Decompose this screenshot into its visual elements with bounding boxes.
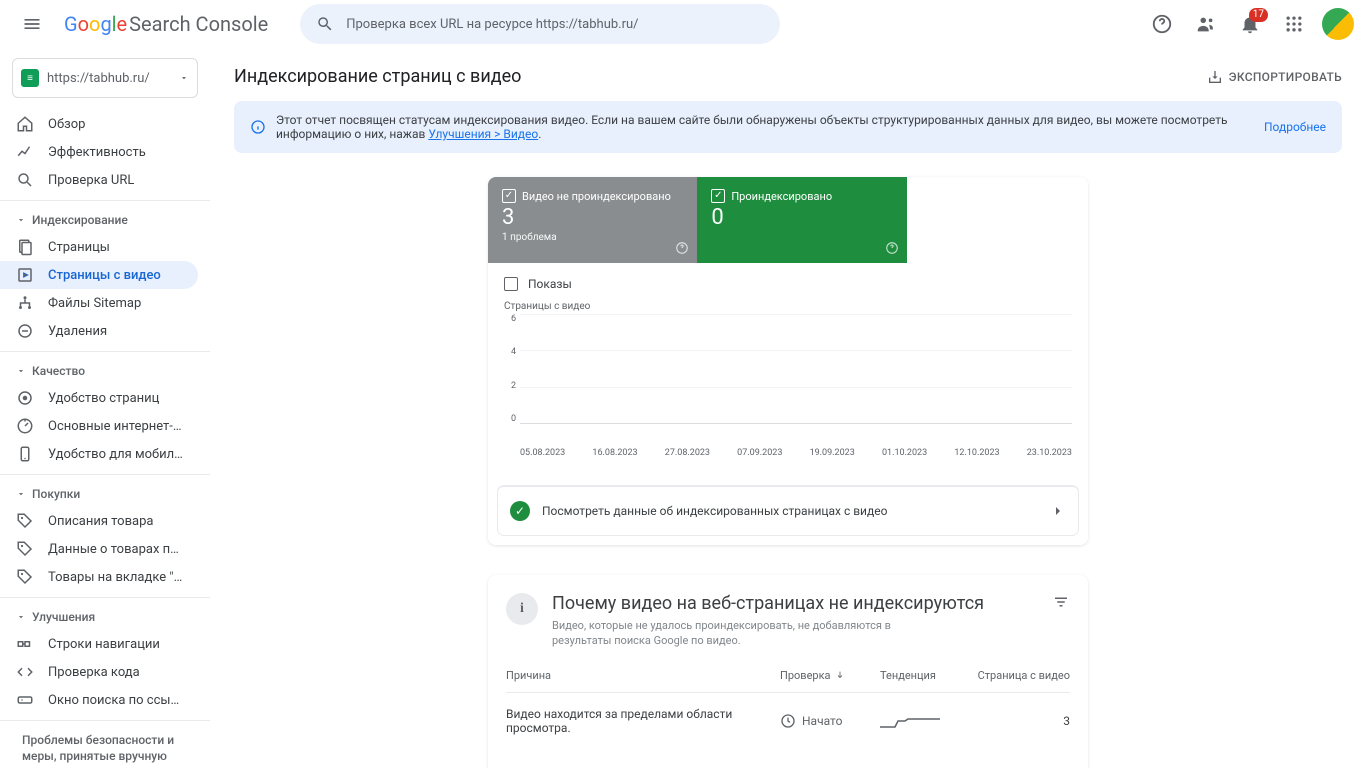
avatar[interactable]: [1322, 8, 1354, 40]
help-icon[interactable]: [885, 241, 899, 255]
tab-not-indexed[interactable]: Видео не проиндексировано 3 1 проблема: [488, 177, 697, 263]
page-title: Индексирование страниц с видео: [234, 66, 521, 87]
menu-button[interactable]: [8, 0, 56, 48]
banner-link[interactable]: Улучшения > Видео: [428, 127, 538, 141]
clock-icon: [780, 713, 796, 729]
sidebar-item[interactable]: Удаления: [0, 317, 198, 345]
checkbox-icon: [711, 189, 725, 203]
sidebar-item[interactable]: Страницы: [0, 233, 198, 261]
impressions-checkbox[interactable]: [504, 277, 518, 291]
sidebar-item[interactable]: Данные о товарах продавца: [0, 535, 198, 563]
sidebar: ≡https://tabhub.ru/ ОбзорЭффективностьПр…: [0, 48, 210, 768]
property-selector[interactable]: ≡https://tabhub.ru/: [12, 58, 198, 98]
notifications-badge: 17: [1249, 8, 1268, 22]
sidebar-item[interactable]: Эффективность: [0, 138, 198, 166]
filter-icon[interactable]: [1052, 593, 1070, 611]
search-icon: [316, 15, 334, 33]
chart: 6420: [504, 314, 1072, 444]
notifications-icon[interactable]: 17: [1230, 4, 1270, 44]
favicon: ≡: [21, 69, 39, 87]
prev-page[interactable]: [1000, 763, 1028, 768]
table-row[interactable]: Видео находится за пределами области про…: [506, 693, 1070, 749]
info-icon: [250, 119, 266, 135]
main: Индексирование страниц с видео ЭКСПОРТИР…: [210, 48, 1366, 768]
sidebar-item[interactable]: Страницы с видео: [0, 261, 198, 289]
search-placeholder: Проверка всех URL на ресурсе https://tab…: [346, 17, 638, 32]
help-icon[interactable]: [1142, 4, 1182, 44]
download-icon: [1207, 69, 1223, 85]
sidebar-item[interactable]: Файлы Sitemap: [0, 289, 198, 317]
view-indexed-data[interactable]: ✓ Посмотреть данные об индексированных с…: [498, 486, 1078, 535]
chevron-right-icon: [1050, 503, 1066, 519]
sidebar-item[interactable]: Проверка кода: [0, 658, 198, 686]
info-icon: i: [506, 593, 538, 625]
reasons-title: Почему видео на веб-страницах не индекси…: [552, 593, 984, 614]
export-button[interactable]: ЭКСПОРТИРОВАТЬ: [1207, 69, 1342, 85]
chevron-down-icon: [179, 73, 189, 83]
reasons-subtitle: Видео, которые не удалось проиндексирова…: [552, 618, 942, 649]
checkbox-icon: [502, 189, 516, 203]
sidebar-item[interactable]: Окно поиска по ссылкам сайта: [0, 686, 198, 714]
arrow-down-icon: [835, 670, 845, 680]
learn-more-link[interactable]: Подробнее: [1264, 120, 1326, 134]
sidebar-item[interactable]: Удобство для мобильных: [0, 440, 198, 468]
sidebar-item[interactable]: Описания товара: [0, 507, 198, 535]
nav-head-indexing[interactable]: Индексирование: [0, 207, 210, 233]
sidebar-item[interactable]: Строки навигации: [0, 630, 198, 658]
next-page[interactable]: [1042, 763, 1070, 768]
sidebar-item[interactable]: Товары на вкладке "Покупки": [0, 563, 198, 591]
search-input[interactable]: Проверка всех URL на ресурсе https://tab…: [300, 4, 780, 44]
people-icon[interactable]: [1186, 4, 1226, 44]
nav-head-shopping[interactable]: Покупки: [0, 481, 210, 507]
nav-head-quality[interactable]: Качество: [0, 358, 210, 384]
sidebar-item[interactable]: Проверка URL: [0, 166, 198, 194]
sidebar-item[interactable]: Удобство страниц: [0, 384, 198, 412]
sidebar-item[interactable]: Обзор: [0, 110, 198, 138]
nav-security[interactable]: Проблемы безопасности и меры, принятые в…: [0, 727, 210, 768]
info-banner: Этот отчет посвящен статусам индексирова…: [234, 101, 1342, 153]
tab-indexed[interactable]: Проиндексировано 0: [697, 177, 906, 263]
logo: Google Search Console: [64, 12, 268, 36]
sparkline: [880, 711, 940, 731]
apps-icon[interactable]: [1274, 4, 1314, 44]
nav-head-enh[interactable]: Улучшения: [0, 604, 210, 630]
check-circle-icon: ✓: [510, 501, 530, 521]
help-icon[interactable]: [675, 241, 689, 255]
col-check-sort[interactable]: Проверка: [780, 669, 880, 682]
sidebar-item[interactable]: Основные интернет-показатели: [0, 412, 198, 440]
